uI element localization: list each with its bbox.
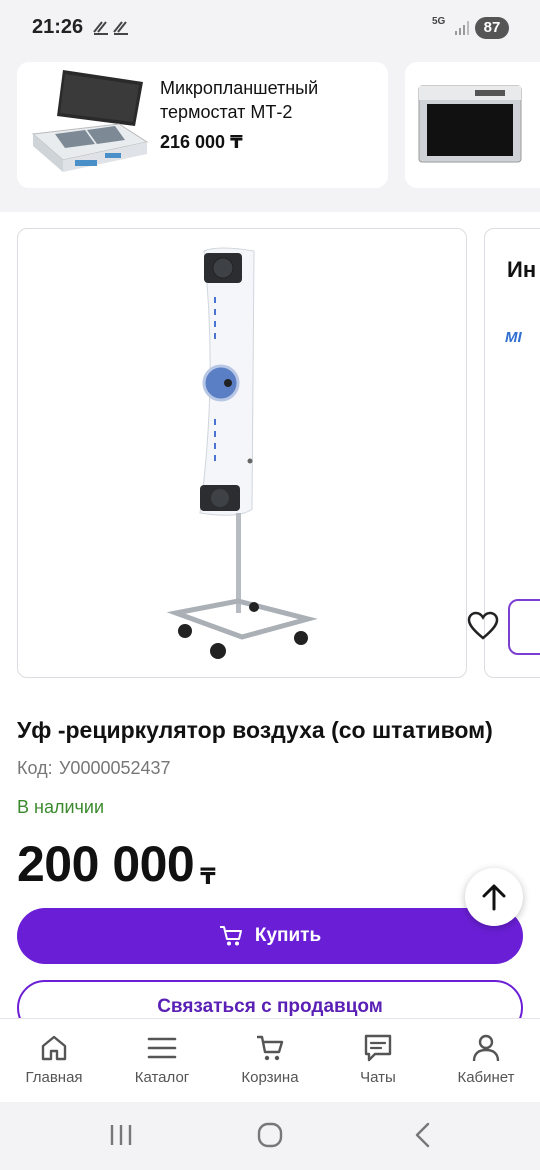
arrow-up-icon <box>482 884 506 911</box>
related-product-price: 216 000 ₸ <box>160 132 243 152</box>
related-product-card[interactable]: Микропланшетный термостат МТ-2 216 000 ₸ <box>17 62 388 188</box>
brand-logo: MI <box>505 329 522 346</box>
home-button-icon[interactable] <box>257 1122 283 1148</box>
network-type: 5G <box>432 16 446 27</box>
nav-cart[interactable]: Корзина <box>216 1033 324 1087</box>
next-product-title: Ин <box>507 257 537 282</box>
nav-chats[interactable]: Чаты <box>324 1033 432 1087</box>
nav-home-label: Главная <box>25 1069 83 1086</box>
related-products-strip: Микропланшетный термостат МТ-2 216 000 ₸ <box>0 46 540 212</box>
home-icon <box>41 1035 67 1061</box>
price: 200 000 ₸ <box>17 832 216 896</box>
nav-chats-label: Чаты <box>360 1069 396 1086</box>
product-name: Уф -рециркулятор воздуха (со штативом) <box>17 717 493 743</box>
scroll-to-top-button[interactable] <box>465 868 523 926</box>
price-currency: ₸ <box>200 864 216 889</box>
thermostat-image <box>31 70 149 172</box>
cart-icon <box>257 1035 284 1061</box>
user-icon <box>472 1034 500 1062</box>
product-code: У0000052437 <box>59 758 171 778</box>
cart-icon <box>219 926 242 946</box>
buy-button[interactable]: Купить <box>17 908 523 964</box>
chat-icon <box>364 1034 392 1062</box>
product-gallery[interactable] <box>17 228 467 678</box>
buy-button-label: Купить <box>254 925 322 946</box>
related-product-card[interactable] <box>405 62 540 188</box>
nav-home[interactable]: Главная <box>0 1033 108 1087</box>
nav-catalog[interactable]: Каталог <box>108 1033 216 1087</box>
back-icon[interactable] <box>410 1122 436 1148</box>
related-product-name: Микропланшетный термостат МТ-2 <box>160 78 319 122</box>
stock-status: В наличии <box>17 797 105 817</box>
bottom-navigation: Главная Каталог Корзина Чаты Кабинет <box>0 1018 540 1102</box>
nav-account[interactable]: Кабинет <box>432 1033 540 1087</box>
nav-catalog-label: Каталог <box>134 1069 190 1086</box>
signal-icon <box>455 21 469 35</box>
system-navigation <box>0 1102 540 1170</box>
status-time: 21:26 <box>32 16 84 38</box>
price-value: 200 000 <box>17 836 195 892</box>
nav-account-label: Кабинет <box>457 1069 515 1086</box>
product-title: Уф -рециркулятор воздуха (со штативом) К… <box>17 712 517 786</box>
nav-cart-label: Корзина <box>241 1069 299 1086</box>
incubator-image <box>418 85 522 163</box>
recent-apps-icon[interactable] <box>108 1122 134 1148</box>
product-code-label: Код: <box>17 758 53 778</box>
status-bar: 21:26 5G 87 <box>0 0 540 46</box>
notification-icons <box>92 18 132 41</box>
battery-indicator: 87 <box>475 17 509 39</box>
heart-icon[interactable] <box>466 610 500 642</box>
product-image <box>166 247 318 659</box>
menu-icon <box>147 1037 177 1059</box>
next-card-button[interactable] <box>508 599 540 655</box>
